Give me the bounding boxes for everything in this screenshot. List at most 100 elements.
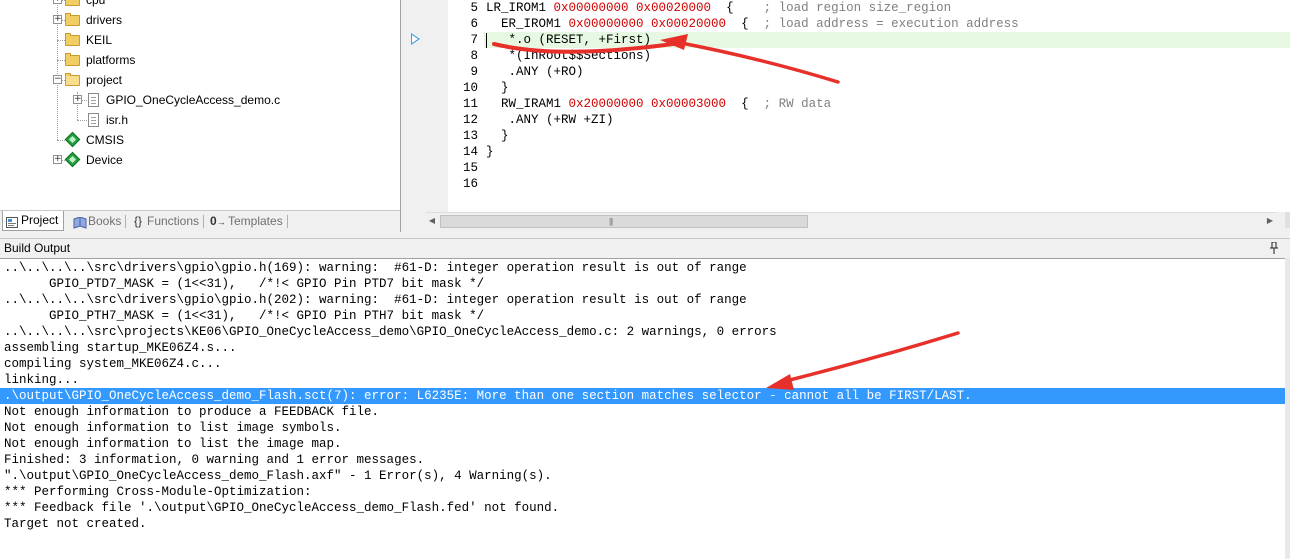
code-token: { [726, 17, 764, 31]
tree-item[interactable]: CMSIS [0, 130, 400, 150]
tree-item-label: drivers [86, 13, 123, 27]
code-token: } [486, 145, 494, 159]
build-output-line[interactable]: Not enough information to list the image… [4, 436, 342, 452]
build-output-line[interactable]: ..\..\..\..\src\drivers\gpio\gpio.h(169)… [4, 260, 747, 276]
code-token: } [486, 81, 509, 95]
tree-item[interactable]: isr.h [0, 110, 400, 130]
scroll-right-icon[interactable]: ▶ [1264, 215, 1276, 227]
build-output-line[interactable]: Not enough information to produce a FEED… [4, 404, 379, 420]
line-number: 7 [470, 33, 478, 47]
hex-literal: 0x00020000 [636, 1, 712, 15]
code-token: ER_IROM1 [486, 17, 569, 31]
build-output-line[interactable]: compiling system_MKE06Z4.c... [4, 356, 222, 372]
tab-books-label: Books [88, 214, 122, 228]
current-line-marker-icon [411, 33, 420, 45]
project-tree: + cpu + drivers KEIL platforms − project + GPIO_O… [0, 0, 400, 170]
tab-templates-label: Templates [228, 214, 283, 228]
tree-item[interactable]: − project [0, 70, 400, 90]
folder-open-icon [65, 73, 81, 87]
tab-functions[interactable]: {} Functions [132, 212, 205, 231]
code-line[interactable]: *(InRoot$$Sections) [486, 48, 652, 64]
build-output-line[interactable]: Target not created. [4, 516, 147, 532]
folder-icon [65, 33, 81, 47]
file-icon [85, 113, 101, 127]
code-line[interactable]: LR_IROM1 0x00000000 0x00020000 { ; load … [486, 0, 951, 16]
tree-item[interactable]: + Device [0, 150, 400, 170]
pin-icon[interactable] [1270, 241, 1278, 254]
tree-item[interactable]: platforms [0, 50, 400, 70]
expand-icon[interactable]: + [53, 155, 62, 164]
build-output-header: Build Output [0, 238, 1290, 259]
build-output-line[interactable]: ..\..\..\..\src\drivers\gpio\gpio.h(202)… [4, 292, 747, 308]
build-output-line[interactable]: *** Performing Cross-Module-Optimization… [4, 484, 312, 500]
tree-item[interactable]: KEIL [0, 30, 400, 50]
build-output-line[interactable]: linking... [4, 372, 79, 388]
tab-books[interactable]: Books [70, 212, 127, 231]
tree-item-label: Device [86, 153, 123, 167]
tree-item[interactable]: + drivers [0, 10, 400, 30]
expand-icon[interactable]: + [53, 0, 62, 4]
build-output-line-selected[interactable]: .\output\GPIO_OneCycleAccess_demo_Flash.… [0, 388, 1285, 404]
templates-icon: 0→ [210, 214, 226, 228]
line-number: 15 [462, 161, 478, 175]
build-output-line[interactable]: GPIO_PTH7_MASK = (1<<31), /*!< GPIO Pin … [4, 308, 484, 324]
folder-icon [65, 53, 81, 67]
code-line[interactable]: ER_IROM1 0x00000000 0x00020000 { ; load … [486, 16, 1019, 32]
books-icon [73, 216, 87, 229]
tree-item[interactable]: + cpu [0, 0, 400, 10]
project-icon [6, 215, 18, 228]
code-line[interactable]: } [486, 144, 494, 160]
code-token: { [711, 1, 764, 15]
hex-literal: 0x00000000 [568, 17, 644, 31]
project-panel-tabs: Project Books {} Functions 0→ Templates [0, 210, 400, 232]
scrollbar-thumb[interactable]: ||| [440, 215, 808, 228]
expand-icon[interactable]: + [73, 95, 82, 104]
code-token: RW_IRAM1 [486, 97, 569, 111]
editor-gutter[interactable] [406, 0, 448, 212]
code-comment: ; RW data [763, 97, 832, 111]
tree-item-label: project [86, 73, 123, 87]
build-output-line[interactable]: ".\output\GPIO_OneCycleAccess_demo_Flash… [4, 468, 552, 484]
build-output-line[interactable]: Not enough information to list image sym… [4, 420, 342, 436]
code-line[interactable]: } [486, 128, 509, 144]
line-number: 9 [470, 65, 478, 79]
build-output-line[interactable]: Finished: 3 information, 0 warning and 1… [4, 452, 424, 468]
code-token: { [726, 97, 764, 111]
code-editor[interactable]: 5 6 7 8 9 10 11 12 13 14 15 16 LR_IROM1 0x00000000 … [406, 0, 1290, 212]
tree-item[interactable]: + GPIO_OneCycleAccess_demo.c [0, 90, 400, 110]
line-number: 12 [462, 113, 478, 127]
tab-functions-label: Functions [147, 214, 200, 228]
build-output-vertical-scrollbar[interactable] [1285, 258, 1290, 558]
project-panel: + cpu + drivers KEIL platforms − project + GPIO_O… [0, 0, 401, 232]
line-number: 10 [462, 81, 478, 95]
code-line[interactable]: } [486, 80, 509, 96]
build-output-line[interactable]: ..\..\..\..\src\projects\KE06\GPIO_OneCy… [4, 324, 777, 340]
tree-item-label: CMSIS [86, 133, 125, 147]
line-numbers: 5 6 7 8 9 10 11 12 13 14 15 16 [448, 0, 484, 212]
code-token: LR_IROM1 [486, 1, 554, 15]
hex-literal: 0x20000000 [568, 97, 644, 111]
folder-icon [65, 0, 81, 7]
editor-horizontal-scrollbar[interactable]: ◀ ||| ▶ [426, 212, 1276, 229]
scroll-left-icon[interactable]: ◀ [426, 215, 438, 227]
tab-templates[interactable]: 0→ Templates [208, 212, 288, 231]
hex-literal: 0x00000000 [553, 1, 629, 15]
line-number: 11 [462, 97, 478, 111]
build-output-panel[interactable]: ..\..\..\..\src\drivers\gpio\gpio.h(169)… [0, 258, 1285, 559]
tab-project[interactable]: Project [2, 211, 64, 231]
code-line[interactable]: .ANY (+RW +ZI) [486, 112, 614, 128]
line-number: 13 [462, 129, 478, 143]
collapse-icon[interactable]: − [53, 75, 62, 84]
build-output-line[interactable]: assembling startup_MKE06Z4.s... [4, 340, 237, 356]
code-line[interactable]: RW_IRAM1 0x20000000 0x00003000 { ; RW da… [486, 96, 831, 112]
code-line[interactable]: *.o (RESET, +First) [486, 32, 652, 48]
build-output-line[interactable]: GPIO_PTD7_MASK = (1<<31), /*!< GPIO Pin … [4, 276, 484, 292]
line-number: 14 [462, 145, 478, 159]
tree-item-label: platforms [86, 53, 136, 67]
line-number: 8 [470, 49, 478, 63]
expand-icon[interactable]: + [53, 15, 62, 24]
build-output-line[interactable]: *** Feedback file '.\output\GPIO_OneCycl… [4, 500, 559, 516]
code-line[interactable]: .ANY (+RO) [486, 64, 584, 80]
gem-icon [64, 131, 81, 148]
